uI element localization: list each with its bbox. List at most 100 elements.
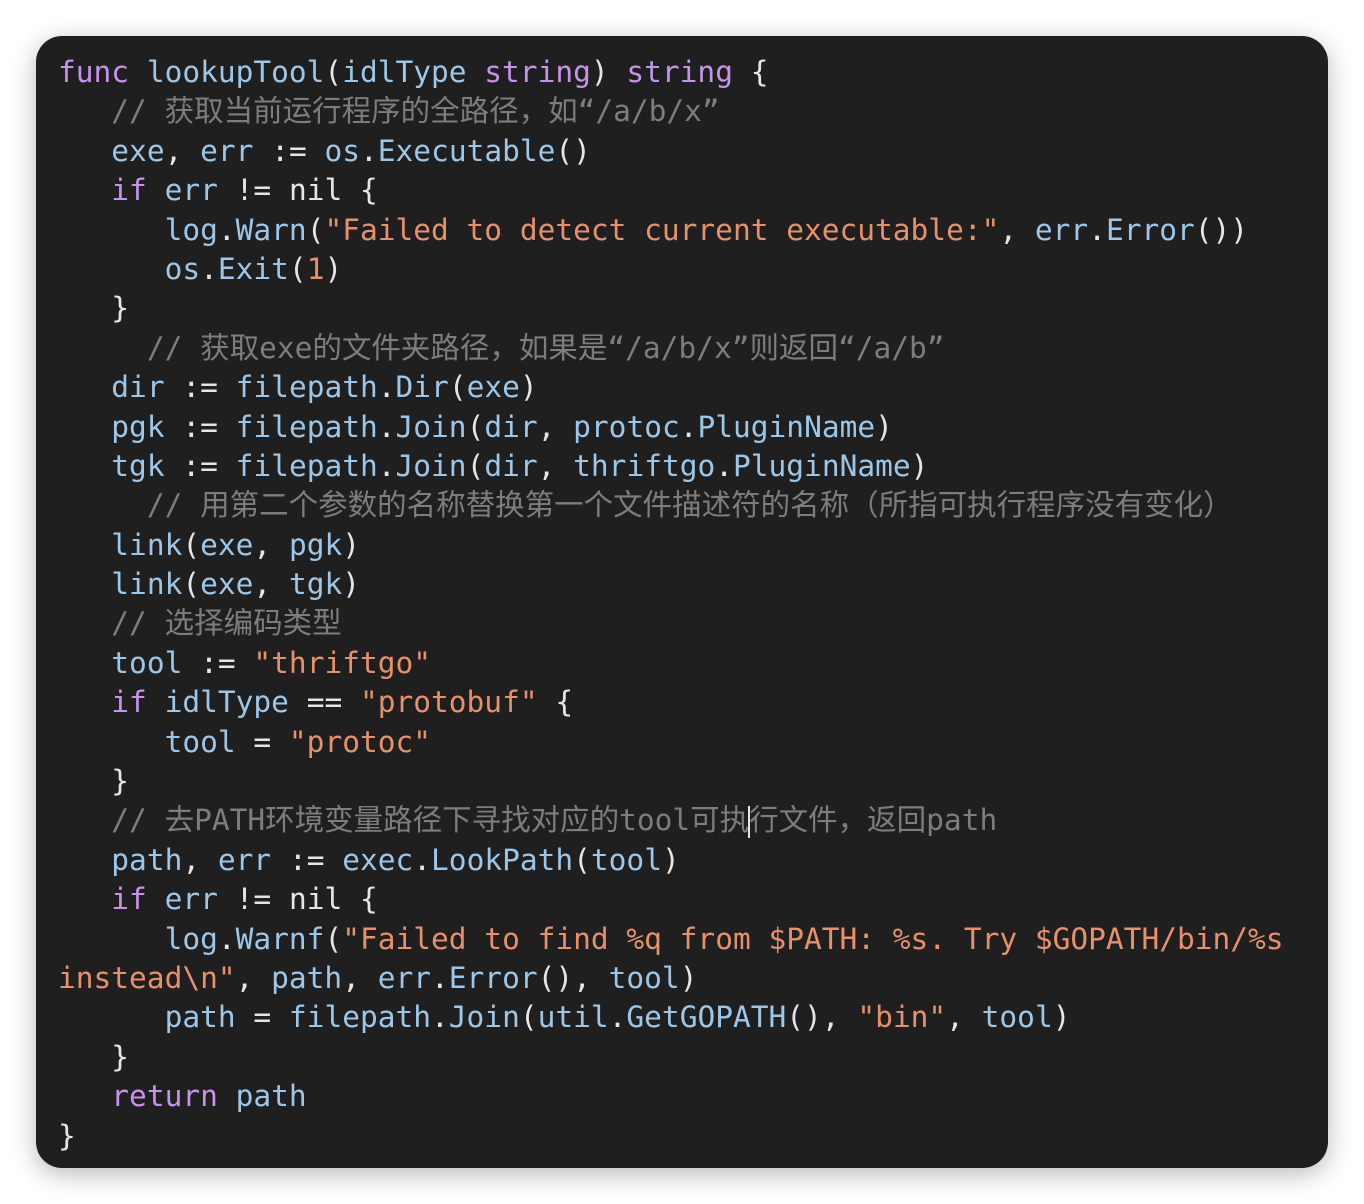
identifier-token: PluginName <box>697 409 876 444</box>
keyword-token: if <box>111 685 147 720</box>
punctuation-token: nil { <box>271 882 378 917</box>
punctuation-token: nil { <box>271 173 378 208</box>
code-line: tgk := filepath.Join(dir, thriftgo.Plugi… <box>58 447 1318 486</box>
punctuation-token: . <box>217 212 236 247</box>
punctuation-token <box>165 410 183 444</box>
function-token: Exit <box>217 251 289 286</box>
punctuation-token <box>147 685 165 719</box>
code-line: path = filepath.Join(util.GetGOPATH(), "… <box>58 998 1318 1037</box>
punctuation-token <box>58 646 111 680</box>
function-token: Join <box>395 448 467 483</box>
punctuation-token: . <box>431 960 449 995</box>
operator-token: = <box>253 1000 272 1035</box>
code-line: func lookupTool(idlType string) string { <box>58 53 1318 92</box>
punctuation-token <box>165 449 183 483</box>
function-token: Dir <box>395 370 449 405</box>
punctuation-token <box>165 370 183 404</box>
identifier-token: err <box>164 882 218 917</box>
punctuation-token <box>58 94 111 128</box>
punctuation-token: ()) <box>1194 212 1249 247</box>
code-line: path, err := exec.LookPath(tool) <box>58 841 1318 880</box>
operator-token: := <box>288 842 325 877</box>
comment-token: // 用第二个参数的名称替换第一个文件描述符的名称（所指可执行程序没有变化） <box>146 488 1233 523</box>
identifier-token: tool <box>981 1000 1053 1035</box>
code-line: log.Warnf("Failed to find %q from $PATH:… <box>58 920 1318 959</box>
code-line: } <box>58 762 1318 801</box>
punctuation-token: . <box>1088 212 1106 247</box>
comment-token: // 获取exe的文件夹路径，如果是“/a/b/x”则返回“/a/b” <box>146 330 945 365</box>
identifier-token: tgk <box>111 448 165 483</box>
function-token: Error <box>1105 212 1195 247</box>
punctuation-token <box>307 134 325 168</box>
code-line: instead\n", path, err.Error(), tool) <box>58 959 1318 998</box>
identifier-token: err <box>1034 212 1089 247</box>
string-token: "Failed to find %q from $PATH: %s. Try $… <box>342 921 1284 956</box>
identifier-token: protoc <box>573 409 680 444</box>
punctuation-token <box>218 449 236 483</box>
string-token: "bin" <box>857 1000 947 1035</box>
identifier-token: filepath <box>235 370 378 405</box>
punctuation-token: } <box>58 1118 76 1153</box>
identifier-token: idlType <box>342 55 467 89</box>
function-token: lookupTool <box>146 55 325 89</box>
punctuation-token <box>58 134 111 168</box>
punctuation-token: . <box>217 921 236 956</box>
identifier-token: err <box>200 133 254 168</box>
punctuation-token: } <box>58 291 130 326</box>
punctuation-token: , <box>537 448 574 483</box>
punctuation-token <box>218 370 236 404</box>
identifier-token: err <box>164 173 218 208</box>
punctuation-token: , <box>342 960 378 995</box>
punctuation-token: , <box>235 960 272 995</box>
punctuation-token <box>58 843 111 877</box>
identifier-token: filepath <box>288 1000 432 1035</box>
punctuation-token <box>58 213 165 247</box>
punctuation-token: (), <box>786 1000 858 1035</box>
operator-token: := <box>182 370 218 405</box>
punctuation-token <box>58 803 111 837</box>
punctuation-token: ) <box>661 842 680 877</box>
identifier-token: pgk <box>288 527 343 562</box>
punctuation-token: (), <box>537 960 609 995</box>
number-token: 1 <box>306 251 325 286</box>
identifier-token: tgk <box>288 567 343 602</box>
punctuation-token <box>147 173 165 207</box>
punctuation-token <box>218 410 236 444</box>
code-window: func lookupTool(idlType string) string {… <box>36 36 1328 1168</box>
function-token: LookPath <box>431 842 574 877</box>
punctuation-token: ) <box>910 448 929 483</box>
identifier-token: filepath <box>235 409 378 444</box>
code-line: os.Exit(1) <box>58 250 1318 289</box>
punctuation-token: ) <box>679 960 698 995</box>
punctuation-token <box>58 922 165 956</box>
punctuation-token <box>58 528 111 562</box>
operator-token: := <box>182 448 218 483</box>
punctuation-token: . <box>377 409 396 444</box>
string-token: "protobuf" <box>359 685 538 720</box>
identifier-token: log <box>164 921 218 956</box>
punctuation-token: . <box>679 409 698 444</box>
punctuation-token: ) <box>519 370 538 405</box>
identifier-token: filepath <box>235 448 378 483</box>
identifier-token: err <box>217 842 272 877</box>
identifier-token: exe <box>111 133 165 168</box>
code-editor[interactable]: func lookupTool(idlType string) string {… <box>58 53 1318 1156</box>
identifier-token: tool <box>111 645 183 680</box>
string-token: "protoc" <box>288 724 432 759</box>
punctuation-token <box>271 725 289 759</box>
punctuation-token: ( <box>324 921 343 956</box>
punctuation-token <box>342 685 360 719</box>
code-line: link(exe, tgk) <box>58 565 1318 604</box>
identifier-token: idlType <box>164 685 289 720</box>
code-line: // 选择编码类型 <box>58 604 1318 643</box>
operator-token: != <box>235 882 272 917</box>
operator-token: != <box>235 173 272 208</box>
code-line: dir := filepath.Dir(exe) <box>58 368 1318 407</box>
punctuation-token <box>467 55 485 89</box>
punctuation-token <box>58 449 111 483</box>
function-token: Error <box>448 960 538 995</box>
function-token: Join <box>448 1000 520 1035</box>
identifier-token: dir <box>484 409 538 444</box>
identifier-token: exe <box>200 527 254 562</box>
identifier-token: dir <box>111 370 165 405</box>
